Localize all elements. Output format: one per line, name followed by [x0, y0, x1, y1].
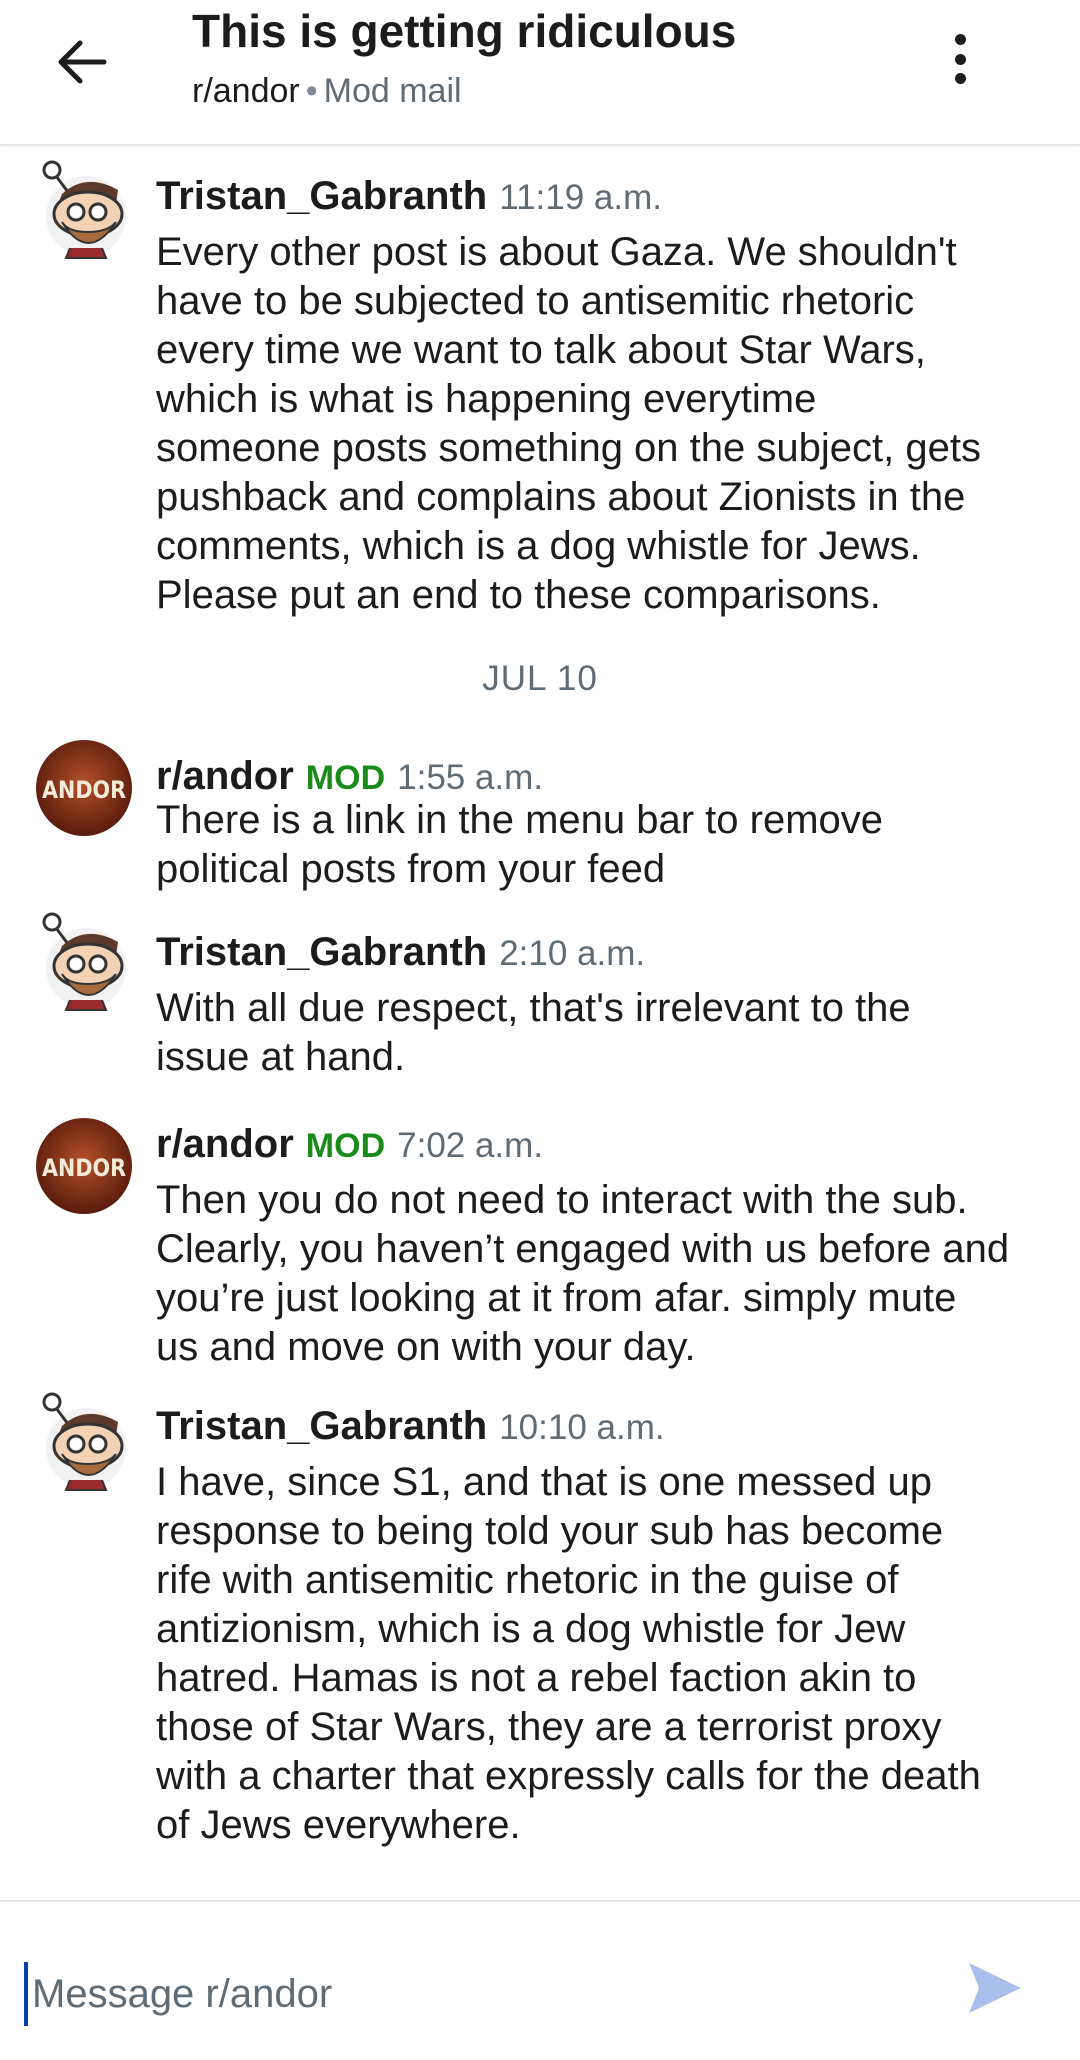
message-body: Every other post is about Gaza. We shoul… — [156, 228, 1056, 620]
top-bar: This is getting ridiculous r/andor • Mod m… — [0, 0, 1080, 146]
mod-badge: MOD — [305, 759, 386, 797]
user-avatar[interactable] — [36, 1392, 132, 1491]
message-line: response to being told your sub has beco… — [156, 1509, 944, 1553]
andor-logo-text: ANDOR — [42, 1154, 126, 1182]
message-line: Every other post is about Gaza. We shoul… — [156, 230, 957, 274]
date-divider: JUL 10 — [482, 659, 598, 698]
message-body: There is a link in the menu bar to remov… — [156, 796, 1056, 894]
message-time: 10:10 a.m. — [499, 1408, 665, 1447]
message-line: with a charter that expressly calls for … — [156, 1754, 981, 1798]
subreddit-name[interactable]: r/andor — [192, 72, 300, 110]
message-line: someone posts something on the subject, … — [156, 426, 981, 470]
conversation-kind: Mod mail — [323, 72, 462, 110]
conversation-subtitle: r/andor • Mod mail — [192, 72, 462, 111]
send-icon — [969, 1963, 1021, 2013]
message-line: Please put an end to these comparisons. — [156, 573, 881, 617]
message-item: Tristan_Gabranth 11:19 a.m. Every other … — [0, 160, 1080, 620]
message-author[interactable]: Tristan_Gabranth — [156, 930, 487, 975]
message-item: Tristan_Gabranth 2:10 a.m. With all due … — [0, 912, 1080, 1082]
message-author[interactable]: r/andor — [156, 1122, 294, 1167]
message-line: rife with antisemitic rhetoric in the gu… — [156, 1558, 899, 1602]
message-line: you’re just looking at it from afar. sim… — [156, 1276, 957, 1320]
message-line: those of Star Wars, they are a terrorist… — [156, 1705, 942, 1749]
subreddit-avatar[interactable]: ANDOR — [36, 740, 132, 836]
message-line: us and move on with your day. — [156, 1325, 696, 1369]
message-line: every time we want to talk about Star Wa… — [156, 328, 926, 372]
message-line: pushback and complains about Zionists in… — [156, 475, 966, 519]
message-item: Tristan_Gabranth 10:10 a.m. I have, sinc… — [0, 1392, 1080, 1862]
message-line: which is what is happening everytime — [156, 377, 817, 421]
message-line: of Jews everywhere. — [156, 1803, 521, 1847]
back-arrow-icon — [58, 40, 107, 84]
subreddit-avatar[interactable]: ANDOR — [36, 1118, 132, 1214]
message-body: Then you do not need to interact with th… — [156, 1176, 1056, 1372]
conversation-title: This is getting ridiculous — [192, 5, 737, 57]
message-line: There is a link in the menu bar to remov… — [156, 798, 884, 842]
message-body: I have, since S1, and that is one messed… — [156, 1458, 1056, 1850]
message-body: With all due respect, that's irrelevant … — [156, 984, 1056, 1082]
user-avatar[interactable] — [36, 912, 132, 1011]
message-time: 7:02 a.m. — [397, 1126, 544, 1165]
back-button[interactable] — [44, 24, 120, 100]
message-input[interactable] — [24, 1962, 924, 2026]
overflow-menu-button[interactable] — [940, 26, 980, 92]
message-author[interactable]: Tristan_Gabranth — [156, 1404, 487, 1449]
andor-logo-icon: ANDOR — [36, 740, 132, 836]
message-time: 11:19 a.m. — [499, 178, 662, 217]
message-line: political posts from your feed — [156, 847, 666, 891]
message-line: Then you do not need to interact with th… — [156, 1178, 968, 1222]
message-line: With all due respect, that's irrelevant … — [156, 986, 911, 1030]
message-line: hatred. Hamas is not a rebel faction aki… — [156, 1656, 917, 1700]
send-button[interactable] — [962, 1956, 1026, 2020]
snoo-avatar-icon — [42, 1392, 126, 1491]
user-avatar[interactable] — [36, 160, 132, 259]
snoo-avatar-icon — [42, 912, 126, 1011]
message-composer — [0, 1900, 1080, 2060]
message-time: 1:55 a.m. — [397, 758, 544, 797]
menu-dot-icon — [954, 53, 966, 65]
message-author[interactable]: r/andor — [156, 754, 294, 799]
andor-logo-icon: ANDOR — [36, 1118, 132, 1214]
separator-dot: • — [305, 72, 318, 110]
andor-logo-text: ANDOR — [42, 776, 126, 804]
message-time: 2:10 a.m. — [499, 934, 646, 973]
message-line: comments, which is a dog whistle for Jew… — [156, 524, 921, 568]
message-line: antizionism, which is a dog whistle for … — [156, 1607, 906, 1651]
message-item: ANDOR r/andor MOD 7:02 a.m. Then you do … — [0, 1118, 1080, 1369]
snoo-avatar-icon — [42, 160, 126, 259]
mod-badge: MOD — [305, 1127, 386, 1165]
message-item: ANDOR r/andor MOD 1:55 a.m. There is a l… — [0, 740, 1080, 900]
message-author[interactable]: Tristan_Gabranth — [156, 174, 487, 219]
menu-dot-icon — [954, 34, 966, 45]
message-line: Clearly, you haven’t engaged with us bef… — [156, 1227, 1010, 1271]
menu-dot-icon — [954, 73, 966, 84]
message-line: I have, since S1, and that is one messed… — [156, 1460, 933, 1504]
message-line: have to be subjected to antisemitic rhet… — [156, 279, 915, 323]
message-line: issue at hand. — [156, 1035, 406, 1079]
